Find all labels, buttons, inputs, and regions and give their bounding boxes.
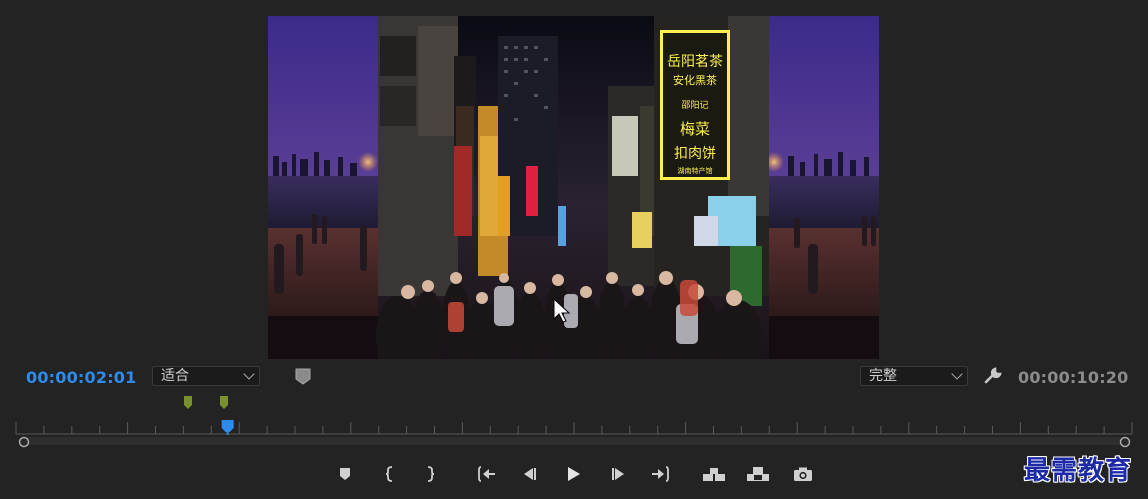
sign-tea-left: 安化黑茶: [673, 73, 717, 87]
sign-tea-right: 岳阳茗茶: [667, 54, 723, 70]
clip-marker[interactable]: [220, 396, 228, 409]
go-to-in-button[interactable]: [474, 460, 500, 488]
zoom-level-select[interactable]: 适合: [152, 366, 260, 386]
zoom-handle-right[interactable]: [1119, 436, 1131, 448]
insert-icon: [703, 468, 725, 481]
wrench-icon[interactable]: [983, 366, 1003, 386]
step-forward-icon: [612, 468, 624, 480]
ruler-ticks: [15, 422, 1133, 435]
mark-out-icon: [427, 466, 435, 482]
step-forward-button[interactable]: [605, 460, 631, 488]
step-back-button[interactable]: [517, 460, 543, 488]
overwrite-button[interactable]: [745, 460, 771, 488]
chevron-down-icon: [243, 368, 255, 380]
export-frame-button[interactable]: [790, 460, 816, 488]
step-back-icon: [524, 468, 536, 480]
mark-in-button[interactable]: [377, 460, 403, 488]
chevron-down-icon: [951, 368, 963, 380]
sign-big2: 扣肉饼: [674, 146, 716, 162]
zoom-level-value: 适合: [161, 368, 189, 384]
insert-button[interactable]: [701, 460, 727, 488]
mark-in-icon: [385, 466, 393, 482]
playback-resolution-select[interactable]: 完整: [860, 366, 968, 386]
playhead[interactable]: [221, 420, 234, 435]
watermark-text: 最需教育: [1024, 456, 1133, 486]
export-frame-icon: [794, 467, 812, 481]
sign-brand: 邵阳记: [681, 100, 708, 111]
timeline-ruler[interactable]: [0, 392, 1148, 457]
play-button[interactable]: [560, 460, 586, 488]
duration-timecode: 00:00:10:20: [1018, 368, 1129, 387]
overwrite-icon: [747, 467, 769, 481]
go-to-in-icon: [478, 466, 495, 482]
go-to-out-icon: [652, 466, 669, 482]
sign-big: 梅菜: [680, 120, 710, 138]
preview-frame-image: 岳阳茗茶 邵阳记 梅菜 扣肉饼 湖南特产馆 安化黑茶: [268, 16, 879, 359]
mark-out-button[interactable]: [417, 460, 443, 488]
add-marker-icon: [340, 468, 350, 480]
go-to-out-button[interactable]: [647, 460, 673, 488]
zoom-scroll-bar[interactable]: [22, 437, 1126, 445]
transport-controls: [0, 460, 1148, 488]
add-marker-button[interactable]: [332, 460, 358, 488]
program-preview: 岳阳茗茶 邵阳记 梅菜 扣肉饼 湖南特产馆 安化黑茶: [268, 16, 879, 359]
current-timecode[interactable]: 00:00:02:01: [26, 368, 136, 387]
sign-small: 湖南特产馆: [678, 166, 713, 175]
marker-shield-icon[interactable]: [294, 367, 312, 385]
zoom-handle-left[interactable]: [18, 436, 30, 448]
clip-marker[interactable]: [184, 396, 192, 409]
playback-resolution-value: 完整: [869, 368, 897, 384]
play-icon: [568, 467, 580, 481]
